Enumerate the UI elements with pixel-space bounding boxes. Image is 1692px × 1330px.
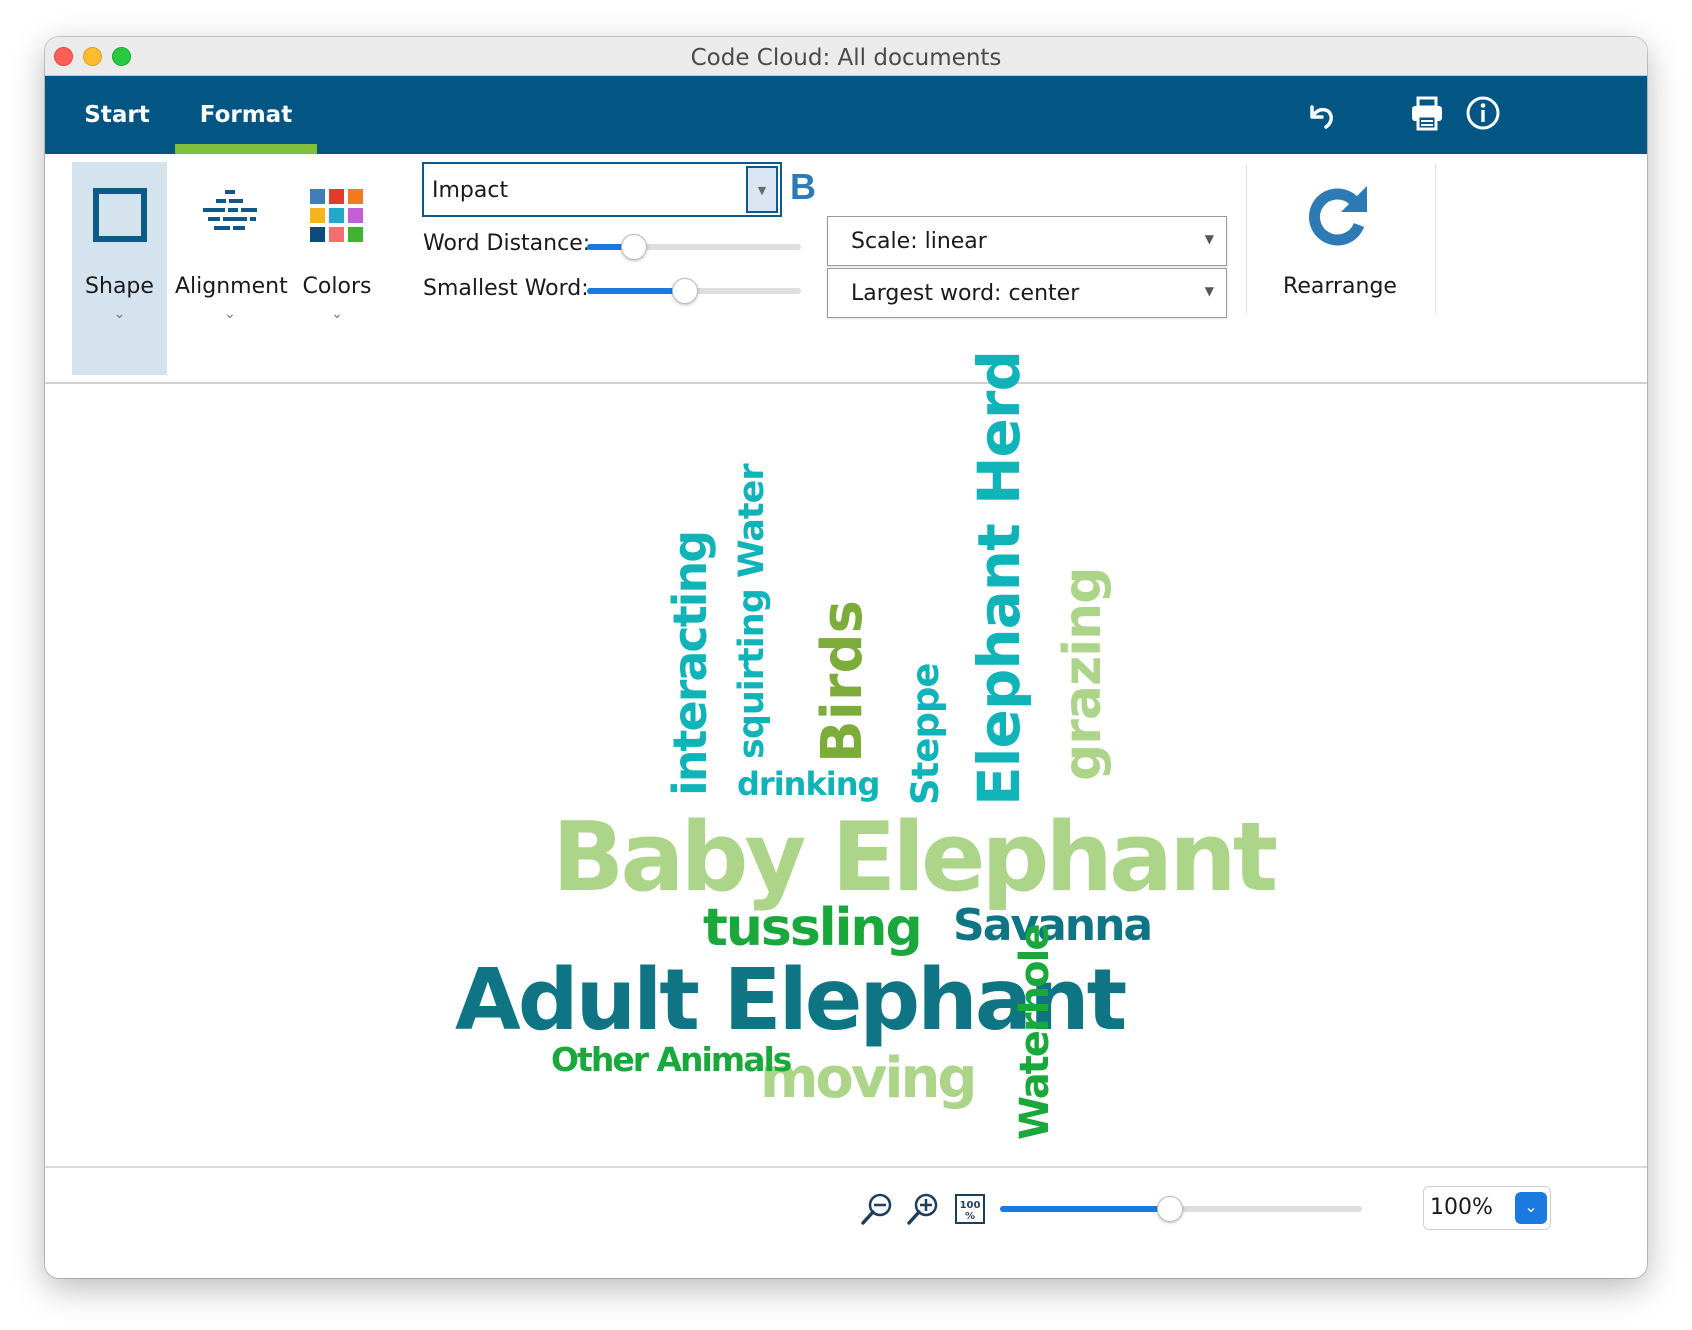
zoom-out-icon[interactable] bbox=[860, 1192, 894, 1226]
colors-label: Colors bbox=[302, 274, 372, 299]
zoom-100-icon[interactable]: 100 % bbox=[953, 1192, 987, 1226]
tab-start[interactable]: Start bbox=[67, 76, 167, 154]
cloud-word[interactable]: squirting Water bbox=[732, 464, 772, 759]
cloud-word[interactable]: Other Animals bbox=[551, 1043, 792, 1076]
cloud-word[interactable]: Birds bbox=[810, 600, 875, 763]
smallest-word-slider-thumb[interactable] bbox=[672, 278, 699, 304]
cloud-word[interactable]: drinking bbox=[737, 768, 880, 800]
rearrange-button[interactable]: Rearrange bbox=[1255, 162, 1425, 362]
alignment-button[interactable]: Alignment ⌄ bbox=[175, 162, 288, 375]
rearrange-icon bbox=[1308, 186, 1367, 246]
word-distance-slider-thumb[interactable] bbox=[621, 234, 648, 260]
tab-format[interactable]: Format bbox=[175, 76, 317, 154]
info-icon[interactable] bbox=[1463, 93, 1503, 133]
shape-label: Shape bbox=[85, 274, 154, 299]
cloud-word[interactable]: grazing bbox=[1053, 568, 1113, 781]
zoom-in-icon[interactable] bbox=[906, 1192, 940, 1226]
zoom-level-value: 100% bbox=[1430, 1195, 1493, 1220]
smallest-word-label: Smallest Word: bbox=[423, 276, 589, 301]
svg-text:100: 100 bbox=[960, 1200, 981, 1211]
chevron-down-icon: ▼ bbox=[1204, 284, 1214, 298]
svg-text:%: % bbox=[965, 1211, 975, 1222]
smallest-word-slider[interactable] bbox=[587, 278, 801, 304]
largest-word-dropdown-value: Largest word: center bbox=[851, 281, 1080, 306]
bold-button[interactable]: B bbox=[790, 166, 816, 208]
chevron-down-icon: ▼ bbox=[1204, 232, 1214, 246]
chevron-down-icon[interactable]: ⌄ bbox=[1515, 1192, 1547, 1224]
cloud-word[interactable]: Elephant Herd bbox=[965, 351, 1033, 806]
undo-icon[interactable] bbox=[1300, 95, 1340, 135]
window-title: Code Cloud: All documents bbox=[690, 45, 1002, 71]
cloud-word[interactable]: interacting bbox=[663, 532, 717, 796]
smallest-word-slider-fill bbox=[587, 288, 686, 294]
status-bar: 100 % 100% ⌄ bbox=[45, 1166, 1647, 1278]
font-select-value: Impact bbox=[432, 178, 509, 203]
word-cloud-canvas[interactable]: Baby Elephant Adult Elephant Elephant He… bbox=[45, 351, 1647, 1166]
word-distance-label: Word Distance: bbox=[423, 231, 591, 256]
alignment-icon bbox=[203, 190, 257, 230]
cloud-word[interactable]: tussling bbox=[703, 902, 923, 954]
chevron-down-icon: ⌄ bbox=[224, 306, 236, 322]
ribbon-tab-bar: Start Format bbox=[45, 76, 1647, 154]
cloud-word[interactable]: Steppe bbox=[904, 664, 947, 806]
zoom-slider-fill bbox=[1000, 1206, 1171, 1212]
colors-button[interactable]: Colors ⌄ bbox=[292, 162, 382, 375]
alignment-label: Alignment bbox=[175, 274, 288, 299]
zoom-slider[interactable] bbox=[1000, 1196, 1362, 1222]
square-shape-icon bbox=[92, 188, 147, 242]
app-window: Code Cloud: All documents Start Format S bbox=[45, 37, 1647, 1278]
chevron-down-icon: ⌄ bbox=[331, 306, 343, 322]
zoom-slider-thumb[interactable] bbox=[1157, 1196, 1184, 1222]
printer-icon[interactable] bbox=[1407, 93, 1447, 133]
ribbon-divider bbox=[1246, 164, 1247, 314]
cloud-word[interactable]: Waterhole bbox=[1012, 926, 1058, 1140]
ribbon-divider bbox=[1435, 164, 1436, 314]
chevron-down-icon[interactable]: ▼ bbox=[746, 166, 778, 213]
scale-dropdown-value: Scale: linear bbox=[851, 229, 987, 254]
color-palette-icon bbox=[310, 189, 363, 242]
rearrange-label: Rearrange bbox=[1283, 274, 1397, 299]
cloud-word[interactable]: Baby Elephant bbox=[552, 811, 1278, 906]
shape-button[interactable]: Shape ⌄ bbox=[72, 162, 167, 375]
font-select[interactable]: Impact ▼ bbox=[422, 162, 782, 217]
cloud-word[interactable]: moving bbox=[760, 1051, 977, 1107]
word-distance-slider[interactable] bbox=[587, 234, 801, 260]
title-bar: Code Cloud: All documents bbox=[45, 37, 1647, 76]
zoom-level-select[interactable]: 100% ⌄ bbox=[1423, 1186, 1551, 1230]
largest-word-dropdown[interactable]: Largest word: center ▼ bbox=[827, 268, 1227, 318]
scale-dropdown[interactable]: Scale: linear ▼ bbox=[827, 216, 1227, 266]
format-ribbon: Shape ⌄ Alignment ⌄ Colors ⌄ Impact ▼ B … bbox=[45, 154, 1647, 384]
chevron-down-icon: ⌄ bbox=[113, 306, 126, 322]
